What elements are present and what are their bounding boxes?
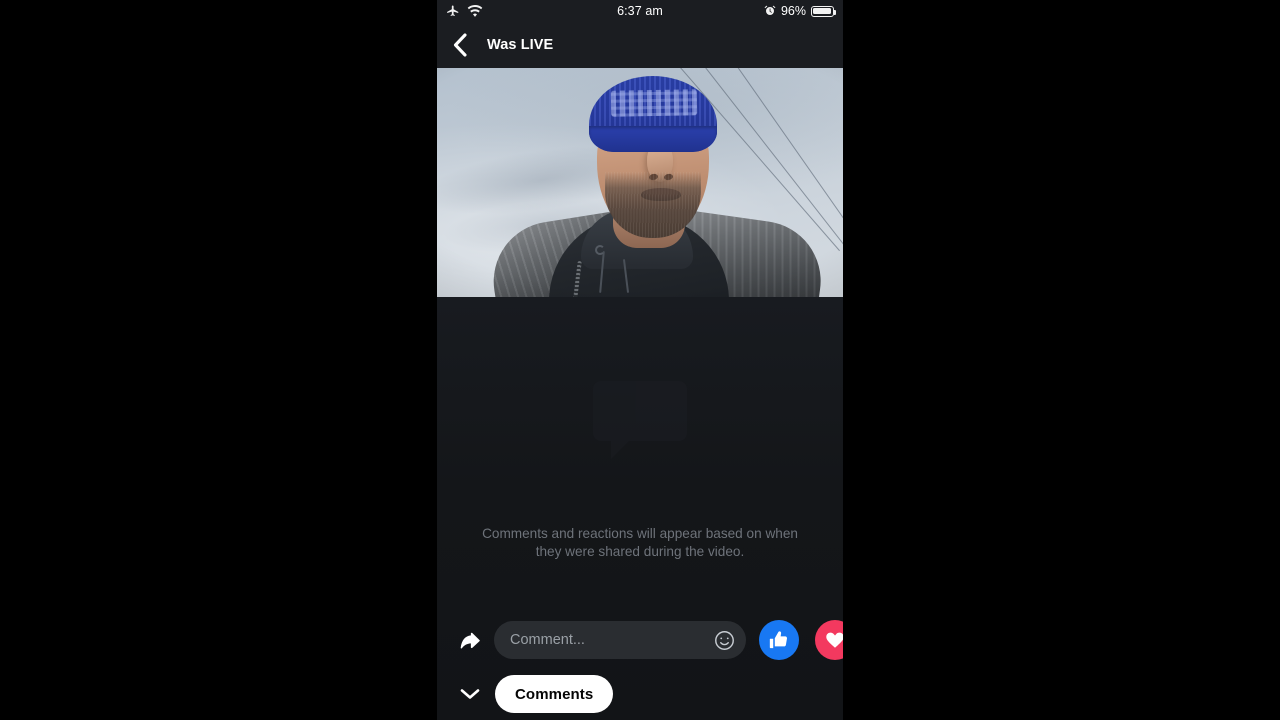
comment-composer: Comment... bbox=[437, 612, 843, 668]
comment-input-placeholder: Comment... bbox=[510, 632, 585, 648]
status-bar: 6:37 am 96% bbox=[437, 0, 843, 22]
alarm-clock-icon bbox=[764, 5, 776, 17]
share-button[interactable] bbox=[457, 627, 483, 653]
comments-panel: Comments and reactions will appear based… bbox=[437, 297, 843, 720]
status-bar-right: 96% bbox=[764, 4, 837, 18]
tab-comments[interactable]: Comments bbox=[495, 675, 614, 713]
heart-icon bbox=[824, 629, 843, 651]
reaction-love-button[interactable] bbox=[815, 620, 843, 660]
screen-letterbox: 6:37 am 96% Was LIVE Comments and reacti… bbox=[0, 0, 1280, 720]
battery-percent-label: 96% bbox=[780, 4, 806, 18]
video-player[interactable] bbox=[437, 68, 843, 297]
blue-beanie-hat bbox=[589, 76, 717, 152]
battery-full-icon bbox=[811, 5, 837, 17]
wifi-icon bbox=[467, 4, 483, 18]
back-button[interactable] bbox=[451, 32, 469, 58]
empty-state-line-1: Comments and reactions will appear based… bbox=[482, 526, 762, 541]
drawstring-loop bbox=[595, 245, 605, 255]
status-bar-left bbox=[446, 4, 483, 18]
collapse-button[interactable] bbox=[459, 686, 481, 702]
empty-state-message: Comments and reactions will appear based… bbox=[475, 525, 805, 562]
speech-bubble-icon bbox=[593, 381, 687, 461]
emoji-smiley-icon[interactable] bbox=[713, 629, 736, 652]
person-subject bbox=[437, 68, 843, 297]
reaction-like-button[interactable] bbox=[759, 620, 799, 660]
bottom-bar: Comments bbox=[437, 668, 843, 720]
thumbs-up-icon bbox=[768, 629, 790, 651]
tab-comments-label: Comments bbox=[515, 685, 594, 703]
comment-input[interactable]: Comment... bbox=[494, 621, 746, 659]
beanie-embroidered-logo bbox=[610, 89, 698, 117]
phone-screen: 6:37 am 96% Was LIVE Comments and reacti… bbox=[437, 0, 843, 720]
page-title: Was LIVE bbox=[487, 37, 554, 53]
airplane-mode-icon bbox=[446, 4, 460, 18]
empty-state: Comments and reactions will appear based… bbox=[437, 381, 843, 562]
nav-bar: Was LIVE bbox=[437, 22, 843, 68]
